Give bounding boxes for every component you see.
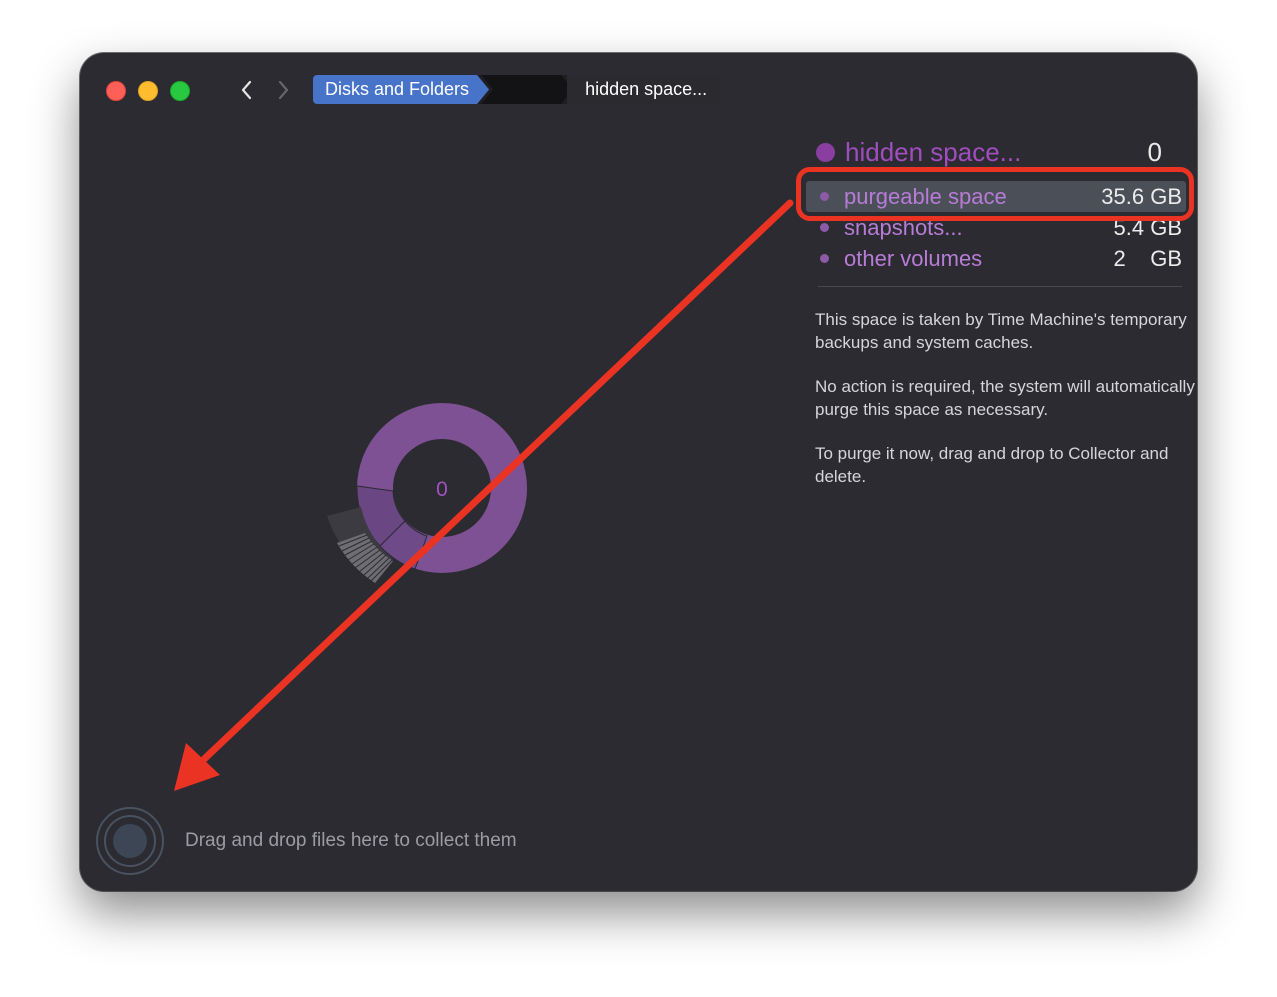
chevron-left-icon (241, 80, 252, 100)
description-panel: This space is taken by Time Machine's te… (815, 308, 1195, 509)
chevron-right-icon (278, 80, 289, 100)
legend-item-value: 5.4 GB (1113, 214, 1182, 240)
dot-icon (820, 192, 829, 201)
legend-header-label: hidden space... (845, 136, 1022, 167)
legend-item-label: snapshots... (844, 214, 963, 240)
description-paragraph: This space is taken by Time Machine's te… (815, 310, 1187, 352)
legend-header[interactable]: hidden space... 0 (806, 135, 1186, 169)
collector-target-icon (96, 807, 164, 875)
collector-drop-target[interactable] (95, 806, 165, 876)
legend-item-label: purgeable space (844, 183, 1007, 209)
zoom-button[interactable] (170, 81, 190, 101)
hidden-space-dot-icon (816, 142, 835, 162)
legend-divider (818, 286, 1182, 287)
dot-icon (820, 254, 829, 263)
sunburst-chart[interactable]: 0 (315, 383, 555, 623)
legend-item-value: 35.6 GB (1101, 183, 1182, 209)
legend: hidden space... 0 purgeable space 35.6 G… (806, 135, 1186, 287)
description-paragraph: To purge it now, drag and drop to Collec… (815, 444, 1169, 486)
dot-icon (820, 223, 829, 232)
back-button[interactable] (235, 77, 259, 103)
legend-item-value: 2 GB (1113, 245, 1182, 271)
breadcrumb-disks-and-folders[interactable]: Disks and Folders (313, 75, 489, 104)
legend-item-snapshots[interactable]: snapshots... 5.4 GB (806, 212, 1186, 243)
description-paragraph: No action is required, the system will a… (815, 377, 1195, 419)
legend-item-label: other volumes (844, 245, 983, 271)
minimize-button[interactable] (138, 81, 158, 101)
collector-hint: Drag and drop files here to collect them (185, 830, 517, 851)
legend-item-other-volumes[interactable]: other volumes 2 GB (806, 243, 1186, 274)
legend-header-value: 0 (1147, 136, 1162, 167)
breadcrumb: Disks and Folders hidden space... (313, 75, 722, 104)
breadcrumb-redacted[interactable] (481, 75, 573, 104)
chart-center-label: 0 (436, 478, 448, 501)
forward-button[interactable] (271, 77, 295, 103)
breadcrumb-label: Disks and Folders (325, 79, 470, 99)
app-window: Disks and Folders hidden space... 0 hidd… (80, 53, 1197, 891)
close-button[interactable] (106, 81, 126, 101)
breadcrumb-label: hidden space... (585, 79, 708, 99)
legend-item-purgeable-space[interactable]: purgeable space 35.6 GB (806, 181, 1186, 212)
breadcrumb-hidden-space[interactable]: hidden space... (567, 75, 722, 104)
